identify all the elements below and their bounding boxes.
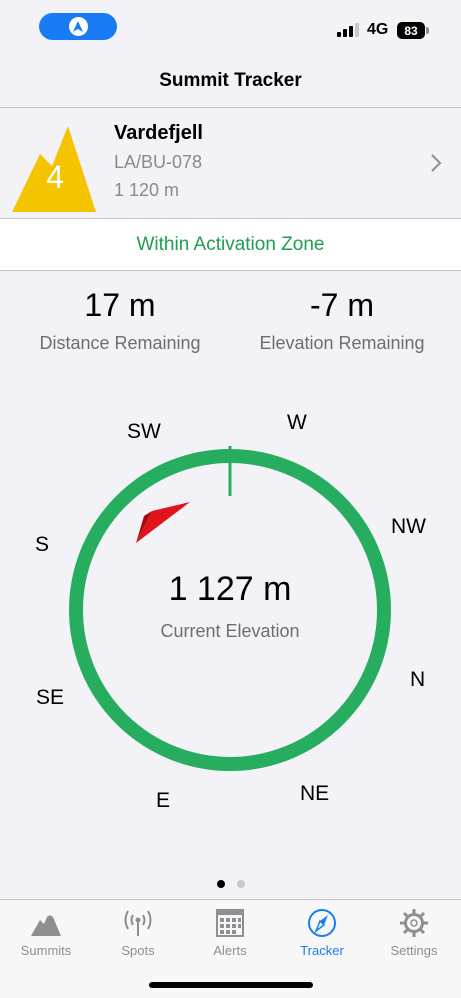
direction-label-s: S xyxy=(35,533,50,556)
compass-icon xyxy=(276,906,368,940)
tab-summits[interactable]: Summits xyxy=(0,906,92,958)
direction-label-e: E xyxy=(156,789,171,812)
signal-strength-icon xyxy=(337,23,359,37)
current-elevation-value: 1 127 m xyxy=(168,570,292,608)
navigation-indicator[interactable] xyxy=(39,13,117,40)
direction-label-ne: NE xyxy=(300,782,330,805)
battery-icon: 83 xyxy=(397,22,425,39)
activation-zone-status: Within Activation Zone xyxy=(0,219,461,271)
current-elevation-label: Current Elevation xyxy=(160,621,300,641)
page-title: Summit Tracker xyxy=(159,70,302,91)
location-arrow-icon xyxy=(68,17,88,36)
tab-label: Settings xyxy=(390,943,438,958)
distance-remaining-label: Distance Remaining xyxy=(39,333,201,353)
tab-label: Spots xyxy=(121,943,155,958)
compass xyxy=(0,400,461,840)
status-bar: 4G 83 xyxy=(0,0,461,52)
direction-label-se: SE xyxy=(36,686,65,709)
summit-reference: LA/BU-078 xyxy=(114,152,203,172)
mountain-icon xyxy=(0,906,92,940)
calendar-icon xyxy=(184,906,276,940)
elevation-remaining-value: -7 m xyxy=(310,287,374,323)
direction-label-nw: NW xyxy=(391,515,426,538)
tab-alerts[interactable]: Alerts xyxy=(184,906,276,958)
tab-label: Alerts xyxy=(213,943,247,958)
home-indicator[interactable] xyxy=(149,982,313,988)
antenna-icon xyxy=(92,906,184,940)
page-dot[interactable] xyxy=(236,880,245,888)
summit-name: Vardefjell xyxy=(114,122,203,144)
direction-label-n: N xyxy=(410,668,426,691)
distance-remaining-value: 17 m xyxy=(84,287,156,323)
summit-points: 4 xyxy=(46,159,64,195)
tab-label: Summits xyxy=(20,943,72,958)
tab-label: Tracker xyxy=(300,943,344,958)
battery-tip xyxy=(426,27,429,34)
elevation-remaining-label: Elevation Remaining xyxy=(259,333,425,353)
direction-label-sw: SW xyxy=(127,420,161,443)
summit-altitude: 1 120 m xyxy=(114,180,180,200)
page-indicator[interactable] xyxy=(0,880,461,888)
summit-card[interactable]: 4 Vardefjell LA/BU-078 1 120 m xyxy=(0,107,461,219)
compass-ring xyxy=(69,446,391,771)
tab-settings[interactable]: Settings xyxy=(368,906,460,958)
direction-label-w: W xyxy=(287,411,307,434)
battery-level: 83 xyxy=(404,23,418,38)
network-type: 4G xyxy=(367,21,389,38)
tab-tracker[interactable]: Tracker xyxy=(276,906,368,958)
page-dot[interactable] xyxy=(216,880,225,888)
gear-icon xyxy=(368,906,460,940)
tab-spots[interactable]: Spots xyxy=(92,906,184,958)
chevron-right-icon xyxy=(431,154,442,172)
